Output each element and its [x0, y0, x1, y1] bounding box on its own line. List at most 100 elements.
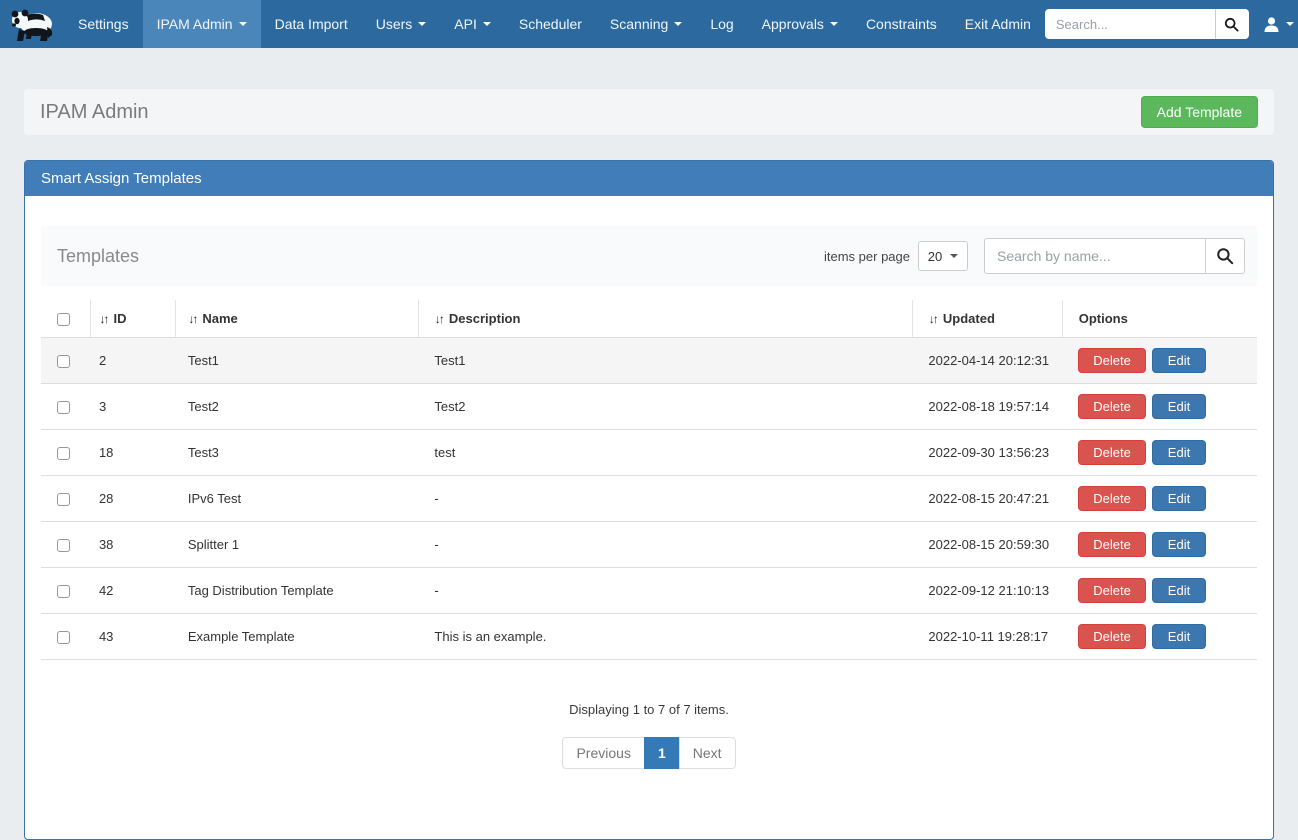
pagination-page-1[interactable]: 1 — [644, 737, 680, 769]
cell-name: Tag Distribution Template — [176, 568, 419, 614]
row-checkbox[interactable] — [57, 585, 70, 598]
user-icon — [1263, 16, 1280, 33]
page-header-bar: IPAM Admin Add Template — [24, 89, 1274, 135]
cell-id: 2 — [91, 338, 176, 384]
nav-item-data-import[interactable]: Data Import — [261, 0, 362, 48]
items-per-page-select[interactable]: 20 — [918, 241, 968, 271]
nav-item-ipam-admin[interactable]: IPAM Admin — [143, 0, 261, 48]
row-checkbox[interactable] — [57, 493, 70, 506]
nav-item-scheduler[interactable]: Scheduler — [505, 0, 596, 48]
delete-button[interactable]: Delete — [1078, 348, 1146, 373]
cell-updated: 2022-09-12 21:10:13 — [912, 568, 1062, 614]
top-navbar: SettingsIPAM AdminData Import Users API Sch… — [0, 0, 1298, 48]
results-summary: Displaying 1 to 7 of 7 items. — [41, 702, 1257, 717]
nav-item-label: Scheduler — [519, 16, 582, 32]
edit-button[interactable]: Edit — [1152, 440, 1206, 465]
cell-options: DeleteEdit — [1062, 338, 1257, 384]
row-checkbox[interactable] — [57, 401, 70, 414]
row-checkbox[interactable] — [57, 539, 70, 552]
add-template-button[interactable]: Add Template — [1141, 96, 1258, 128]
brand-logo[interactable] — [0, 0, 64, 48]
edit-button[interactable]: Edit — [1152, 486, 1206, 511]
edit-button[interactable]: Edit — [1152, 532, 1206, 557]
nav-item-settings[interactable]: Settings — [64, 0, 143, 48]
name-search-group — [984, 238, 1245, 274]
cell-id: 3 — [91, 384, 176, 430]
table-row: 28IPv6 Test-2022-08-15 20:47:21 DeleteEdi… — [41, 476, 1257, 522]
pagination-next[interactable]: Next — [679, 737, 736, 769]
cell-id: 28 — [91, 476, 176, 522]
cell-id: 38 — [91, 522, 176, 568]
cell-description: Test2 — [418, 384, 912, 430]
delete-button[interactable]: Delete — [1078, 532, 1146, 557]
delete-button[interactable]: Delete — [1078, 440, 1146, 465]
sort-icon: ↓↑ — [929, 312, 937, 326]
cell-updated: 2022-08-18 19:57:14 — [912, 384, 1062, 430]
panda-logo-icon — [9, 5, 55, 43]
chevron-down-icon — [418, 22, 426, 26]
edit-button[interactable]: Edit — [1152, 578, 1206, 603]
row-checkbox[interactable] — [57, 447, 70, 460]
cell-name: Test2 — [176, 384, 419, 430]
nav-item-label: Exit Admin — [965, 16, 1031, 32]
items-per-page-label: items per page — [824, 249, 910, 264]
global-search-group — [1045, 9, 1249, 39]
column-header-updated[interactable]: ↓↑Updated — [912, 300, 1062, 338]
delete-button[interactable]: Delete — [1078, 624, 1146, 649]
column-header-description[interactable]: ↓↑Description — [418, 300, 912, 338]
pagination-previous[interactable]: Previous — [562, 737, 644, 769]
delete-button[interactable]: Delete — [1078, 394, 1146, 419]
nav-item-log[interactable]: Log — [696, 0, 747, 48]
nav-item-label: Users — [376, 16, 413, 32]
select-all-checkbox[interactable] — [57, 313, 70, 326]
cell-description: This is an example. — [418, 614, 912, 660]
nav-item-users[interactable]: Users — [362, 0, 441, 48]
row-checkbox-cell — [41, 384, 91, 430]
nav-item-label: Constraints — [866, 16, 937, 32]
global-search-button[interactable] — [1215, 9, 1249, 39]
navbar-right — [1045, 0, 1298, 48]
cell-updated: 2022-08-15 20:59:30 — [912, 522, 1062, 568]
nav-item-approvals[interactable]: Approvals — [748, 0, 852, 48]
pagination: Previous 1 Next — [562, 737, 735, 769]
templates-table-body: 2Test1Test12022-04-14 20:12:31DeleteEdit… — [41, 338, 1257, 660]
cell-name: Example Template — [176, 614, 419, 660]
user-menu[interactable] — [1263, 16, 1294, 33]
toolbar-controls: items per page 20 — [824, 238, 1245, 274]
table-row: 18Test3test2022-09-30 13:56:23DeleteEdit — [41, 430, 1257, 476]
delete-button[interactable]: Delete — [1078, 486, 1146, 511]
cell-options: DeleteEdit — [1062, 384, 1257, 430]
table-row: 43Example TemplateThis is an example.202… — [41, 614, 1257, 660]
name-search-button[interactable] — [1205, 238, 1245, 274]
column-header-id[interactable]: ↓↑ID — [91, 300, 176, 338]
nav-item-api[interactable]: API — [440, 0, 505, 48]
edit-button[interactable]: Edit — [1152, 624, 1206, 649]
global-search-input[interactable] — [1045, 9, 1215, 39]
cell-description: - — [418, 476, 912, 522]
cell-name: Test3 — [176, 430, 419, 476]
edit-button[interactable]: Edit — [1152, 348, 1206, 373]
table-row: 2Test1Test12022-04-14 20:12:31DeleteEdit — [41, 338, 1257, 384]
nav-item-exit-admin[interactable]: Exit Admin — [951, 0, 1045, 48]
row-checkbox[interactable] — [57, 631, 70, 644]
sort-icon: ↓↑ — [188, 312, 196, 326]
cell-updated: 2022-08-15 20:47:21 — [912, 476, 1062, 522]
row-checkbox-cell — [41, 430, 91, 476]
cell-name: IPv6 Test — [176, 476, 419, 522]
cell-name: Splitter 1 — [176, 522, 419, 568]
chevron-down-icon — [239, 22, 247, 26]
column-header-name[interactable]: ↓↑Name — [176, 300, 419, 338]
edit-button[interactable]: Edit — [1152, 394, 1206, 419]
row-checkbox-cell — [41, 338, 91, 384]
cell-updated: 2022-09-30 13:56:23 — [912, 430, 1062, 476]
delete-button[interactable]: Delete — [1078, 578, 1146, 603]
row-checkbox[interactable] — [57, 355, 70, 368]
name-search-input[interactable] — [984, 238, 1205, 274]
chevron-down-icon — [830, 22, 838, 26]
nav-item-label: API — [454, 16, 477, 32]
nav-item-scanning[interactable]: Scanning — [596, 0, 696, 48]
cell-description: - — [418, 522, 912, 568]
cell-updated: 2022-10-11 19:28:17 — [912, 614, 1062, 660]
search-icon — [1216, 247, 1234, 265]
nav-item-constraints[interactable]: Constraints — [852, 0, 951, 48]
